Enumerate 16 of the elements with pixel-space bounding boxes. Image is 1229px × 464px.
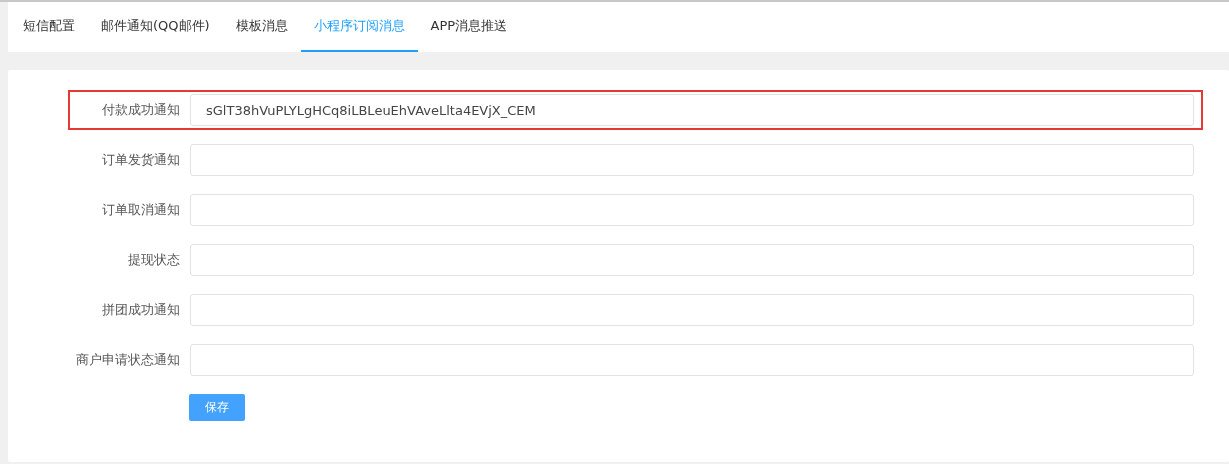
field-label: 拼团成功通知 <box>101 301 181 319</box>
tab[interactable]: 模板消息 <box>222 2 301 52</box>
field-label: 付款成功通知 <box>101 101 181 119</box>
tab[interactable]: 短信配置 <box>10 2 88 52</box>
input-field[interactable] <box>190 194 1194 226</box>
field-label: 订单取消通知 <box>101 201 181 219</box>
input-field[interactable] <box>190 294 1194 326</box>
input-field[interactable]: sGlT38hVuPLYLgHCq8iLBLeuEhVAveLlta4EVjX_CEM <box>190 94 1194 126</box>
field-label: 提现状态 <box>127 251 181 269</box>
tab[interactable]: APP消息推送 <box>417 2 521 52</box>
input-field[interactable] <box>190 344 1194 376</box>
input-field[interactable] <box>190 244 1194 276</box>
field-label: 商户申请状态通知 <box>75 351 181 369</box>
tab[interactable]: 邮件通知(QQ邮件) <box>88 2 223 52</box>
input-field[interactable] <box>190 144 1194 176</box>
field-label: 订单发货通知 <box>101 151 181 169</box>
